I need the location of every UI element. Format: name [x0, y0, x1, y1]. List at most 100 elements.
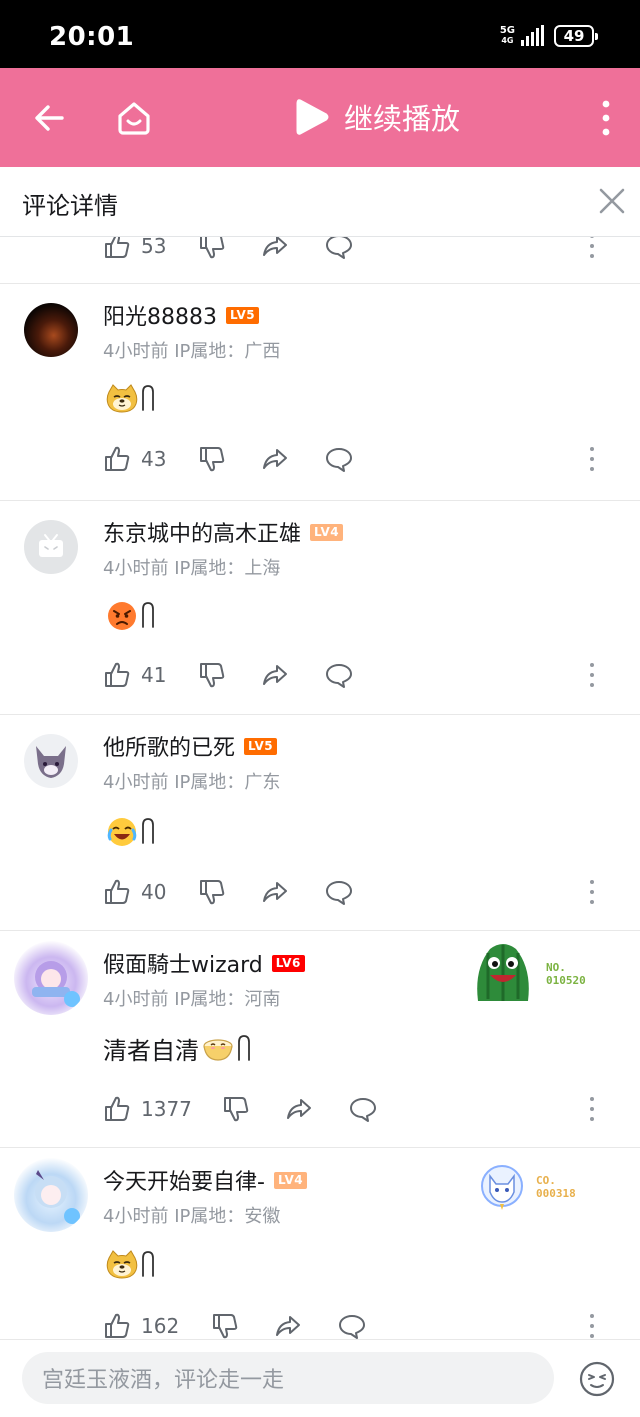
more-options-icon[interactable]: [584, 96, 628, 140]
comment-actions: 43: [103, 445, 623, 475]
share-button[interactable]: [261, 445, 289, 473]
fan-badge[interactable]: CO. 000318: [478, 1162, 576, 1212]
share-button[interactable]: [261, 237, 289, 260]
dislike-button[interactable]: [198, 237, 226, 260]
reply-button[interactable]: [338, 1312, 366, 1339]
reply-button[interactable]: [325, 237, 353, 260]
like-button[interactable]: 41: [103, 661, 166, 689]
panel-title: 评论详情: [22, 192, 118, 220]
avatar[interactable]: [14, 941, 88, 1015]
comment-actions: 1377: [103, 1095, 623, 1125]
level-badge: LV4: [273, 1171, 308, 1189]
username-row: 今天开始要自律- LV4: [103, 1164, 308, 1196]
fan-badge[interactable]: NO. 010520: [470, 939, 586, 1009]
reply-button[interactable]: [325, 445, 353, 473]
reply-button[interactable]: [325, 878, 353, 906]
username[interactable]: 阳光88883: [103, 299, 217, 331]
comment-meta: 4小时前 IP属地：广西: [103, 341, 281, 362]
cat-badge-icon: [481, 1165, 523, 1210]
fox-avatar-icon: [36, 746, 66, 778]
avatar[interactable]: [24, 734, 78, 788]
username[interactable]: 今天开始要自律-: [103, 1164, 265, 1196]
share-button[interactable]: [261, 878, 289, 906]
fan-number: CO. 000318: [536, 1174, 576, 1200]
level-badge: LV5: [226, 306, 260, 324]
doge-emoji-icon: [105, 382, 139, 416]
comment-actions: 162: [103, 1312, 623, 1339]
home-icon[interactable]: [112, 96, 156, 140]
dislike-button[interactable]: [198, 661, 226, 689]
comment-input[interactable]: 宫廷玉液酒，评论走一走: [22, 1352, 554, 1404]
comment-list[interactable]: 53 阳光88883 LV5 4小时前 IP属地：广西 43 东京城中的高木正雄…: [0, 237, 640, 1339]
username-row: 东京城中的高木正雄 LV4: [103, 516, 344, 548]
top-bar: 继续播放: [0, 68, 640, 167]
comment-meta: 4小时前 IP属地：河南: [103, 989, 281, 1010]
signal-icon: [521, 25, 544, 46]
share-button[interactable]: [261, 661, 289, 689]
username[interactable]: 假面騎士wizard: [103, 947, 263, 979]
share-icon: [261, 237, 289, 260]
emoji-tail-icon: [141, 599, 155, 633]
dislike-button[interactable]: [198, 445, 226, 473]
close-icon[interactable]: [598, 187, 626, 215]
dislike-button[interactable]: [222, 1095, 250, 1123]
default-avatar-icon: [39, 534, 63, 557]
comment-content: [103, 815, 155, 849]
continue-play-label: 继续播放: [344, 102, 461, 136]
avatar[interactable]: [14, 1158, 88, 1232]
share-icon: [274, 1312, 302, 1339]
like-button[interactable]: 43: [103, 445, 166, 473]
username[interactable]: 东京城中的高木正雄: [103, 516, 301, 548]
comment-item: 东京城中的高木正雄 LV4 4小时前 IP属地：上海 41: [0, 501, 640, 715]
like-icon: [103, 445, 131, 473]
share-icon: [261, 661, 289, 689]
level-badge: LV4: [310, 523, 344, 541]
level-badge: LV5: [244, 737, 278, 755]
angry-emoji-icon: [105, 599, 139, 633]
comment-meta: 4小时前 IP属地：安徽: [103, 1206, 281, 1227]
share-button[interactable]: [285, 1095, 313, 1123]
continue-play-button[interactable]: 继续播放: [294, 96, 460, 138]
reply-icon: [325, 237, 353, 260]
like-button[interactable]: 162: [103, 1312, 179, 1339]
reply-icon: [325, 661, 353, 689]
share-icon: [261, 445, 289, 473]
dislike-icon: [222, 1095, 250, 1123]
like-button[interactable]: 40: [103, 878, 166, 906]
doge-emoji-icon: [105, 1248, 139, 1282]
dislike-button[interactable]: [198, 878, 226, 906]
reply-button[interactable]: [325, 661, 353, 689]
like-button[interactable]: 53: [103, 237, 166, 260]
comment-item: 阳光88883 LV5 4小时前 IP属地：广西 43: [0, 284, 640, 501]
avatar[interactable]: [24, 520, 78, 574]
more-icon[interactable]: [589, 880, 595, 904]
dislike-icon: [198, 445, 226, 473]
more-icon[interactable]: [589, 447, 595, 471]
comment-actions: 40: [103, 878, 623, 908]
comment-meta: 4小时前 IP属地：广东: [103, 772, 281, 793]
dislike-button[interactable]: [211, 1312, 239, 1339]
back-arrow-icon[interactable]: [28, 96, 72, 140]
dislike-icon: [198, 661, 226, 689]
more-icon[interactable]: [589, 1314, 595, 1338]
emoji-tail-icon: [141, 815, 155, 849]
play-icon: [296, 99, 329, 135]
like-button[interactable]: 1377: [103, 1095, 192, 1123]
anime-avatar-icon: [32, 961, 80, 1007]
username[interactable]: 他所歌的已死: [103, 730, 235, 762]
avatar[interactable]: [24, 303, 78, 357]
comment-item: 假面騎士wizard LV6 NO. 010520 4小时前 IP属地：河南 清…: [0, 931, 640, 1148]
more-icon[interactable]: [589, 1097, 595, 1121]
comment-input-bar: 宫廷玉液酒，评论走一走: [0, 1339, 640, 1417]
username-row: 阳光88883 LV5: [103, 299, 260, 331]
emoji-picker-icon[interactable]: [578, 1360, 616, 1398]
dislike-icon: [198, 878, 226, 906]
like-icon: [103, 661, 131, 689]
more-icon[interactable]: [589, 237, 595, 258]
reply-button[interactable]: [349, 1095, 377, 1123]
comment-content: [103, 599, 155, 633]
laugh-cry-emoji-icon: [105, 815, 139, 849]
dislike-icon: [198, 237, 226, 260]
more-icon[interactable]: [589, 663, 595, 687]
share-button[interactable]: [274, 1312, 302, 1339]
